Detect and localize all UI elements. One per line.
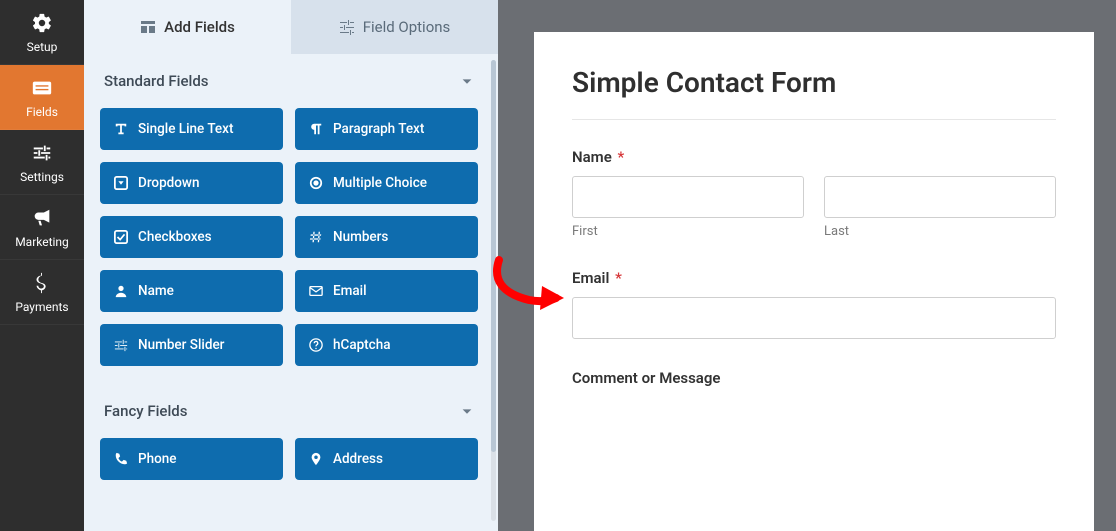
gear-icon [31,12,53,34]
field-name[interactable]: Name [100,270,283,312]
sliders-icon [339,19,355,35]
form-field-name[interactable]: Name * First Last [572,148,1056,239]
chevron-down-icon [460,74,474,88]
sliders-icon [114,338,128,352]
field-dropdown[interactable]: Dropdown [100,162,283,204]
field-label: Name [138,283,174,299]
first-name-input[interactable] [572,176,804,218]
first-sublabel: First [572,224,804,239]
required-asterisk: * [618,148,625,166]
tab-label: Field Options [363,18,451,36]
tab-add-fields[interactable]: Add Fields [84,0,291,54]
field-label: Single Line Text [138,121,233,137]
chevron-down-icon [460,404,474,418]
email-label: Email * [572,269,1056,287]
field-label: Checkboxes [138,229,212,245]
field-label: Multiple Choice [333,175,427,191]
sidenav-item-setup[interactable]: Setup [0,0,84,65]
panel-body: Standard Fields Single Line Text Paragra… [84,54,498,531]
last-name-input[interactable] [824,176,1056,218]
user-icon [114,284,128,298]
paragraph-icon [309,122,323,136]
group-fancy-fields[interactable]: Fancy Fields [84,384,494,430]
group-standard-fields[interactable]: Standard Fields [84,54,494,100]
required-asterisk: * [615,269,622,287]
field-phone[interactable]: Phone [100,438,283,480]
hash-icon [309,230,323,244]
layout-icon [140,19,156,35]
field-label: hCaptcha [333,337,391,353]
sidenav-item-marketing[interactable]: Marketing [0,195,84,260]
name-label: Name * [572,148,1056,166]
fancy-field-grid: Phone Address [84,430,494,498]
form-title: Simple Contact Form [572,66,1056,120]
sidenav-item-fields[interactable]: Fields [0,65,84,130]
fields-panel: Add Fields Field Options Standard Fields… [84,0,498,531]
field-paragraph-text[interactable]: Paragraph Text [295,108,478,150]
text-icon [114,122,128,136]
field-label: Paragraph Text [333,121,424,137]
comment-label: Comment or Message [572,369,1056,387]
sidenav-label: Payments [15,300,68,314]
field-hcaptcha[interactable]: hCaptcha [295,324,478,366]
check-square-icon [114,230,128,244]
field-email[interactable]: Email [295,270,478,312]
label-text: Email [572,269,609,287]
field-label: Numbers [333,229,388,245]
phone-icon [114,452,128,466]
scrollbar-thumb[interactable] [491,60,496,452]
map-pin-icon [309,452,323,466]
caret-square-icon [114,176,128,190]
form-canvas: Simple Contact Form Name * First Last Em… [498,0,1116,531]
field-label: Address [333,451,383,467]
field-checkboxes[interactable]: Checkboxes [100,216,283,258]
field-label: Dropdown [138,175,199,191]
form-icon [31,77,53,99]
label-text: Name [572,148,612,166]
form-field-comment[interactable]: Comment or Message [572,369,1056,387]
field-number-slider[interactable]: Number Slider [100,324,283,366]
form-field-email[interactable]: Email * [572,269,1056,339]
field-single-line-text[interactable]: Single Line Text [100,108,283,150]
bullhorn-icon [31,207,53,229]
tab-field-options[interactable]: Field Options [291,0,498,54]
email-input[interactable] [572,297,1056,339]
envelope-icon [309,284,323,298]
sidenav-item-settings[interactable]: Settings [0,130,84,195]
group-title: Standard Fields [104,72,209,90]
sliders-icon [31,142,53,164]
sidenav-item-payments[interactable]: Payments [0,260,84,325]
sidenav-label: Settings [20,170,64,184]
radio-icon [309,176,323,190]
panel-tabs: Add Fields Field Options [84,0,498,54]
dollar-icon [31,272,53,294]
field-label: Number Slider [138,337,224,353]
field-address[interactable]: Address [295,438,478,480]
sidenav-label: Marketing [15,235,69,249]
field-label: Phone [138,451,177,467]
sidenav-label: Setup [27,40,58,54]
side-nav: Setup Fields Settings Marketing Payments [0,0,84,531]
standard-field-grid: Single Line Text Paragraph Text Dropdown… [84,100,494,384]
field-numbers[interactable]: Numbers [295,216,478,258]
panel-scrollbar[interactable] [491,60,496,521]
field-multiple-choice[interactable]: Multiple Choice [295,162,478,204]
question-circle-icon [309,338,323,352]
form-preview: Simple Contact Form Name * First Last Em… [534,32,1094,531]
last-sublabel: Last [824,224,1056,239]
group-title: Fancy Fields [104,402,187,420]
tab-label: Add Fields [164,18,235,36]
sidenav-label: Fields [26,105,58,119]
field-label: Email [333,283,367,299]
